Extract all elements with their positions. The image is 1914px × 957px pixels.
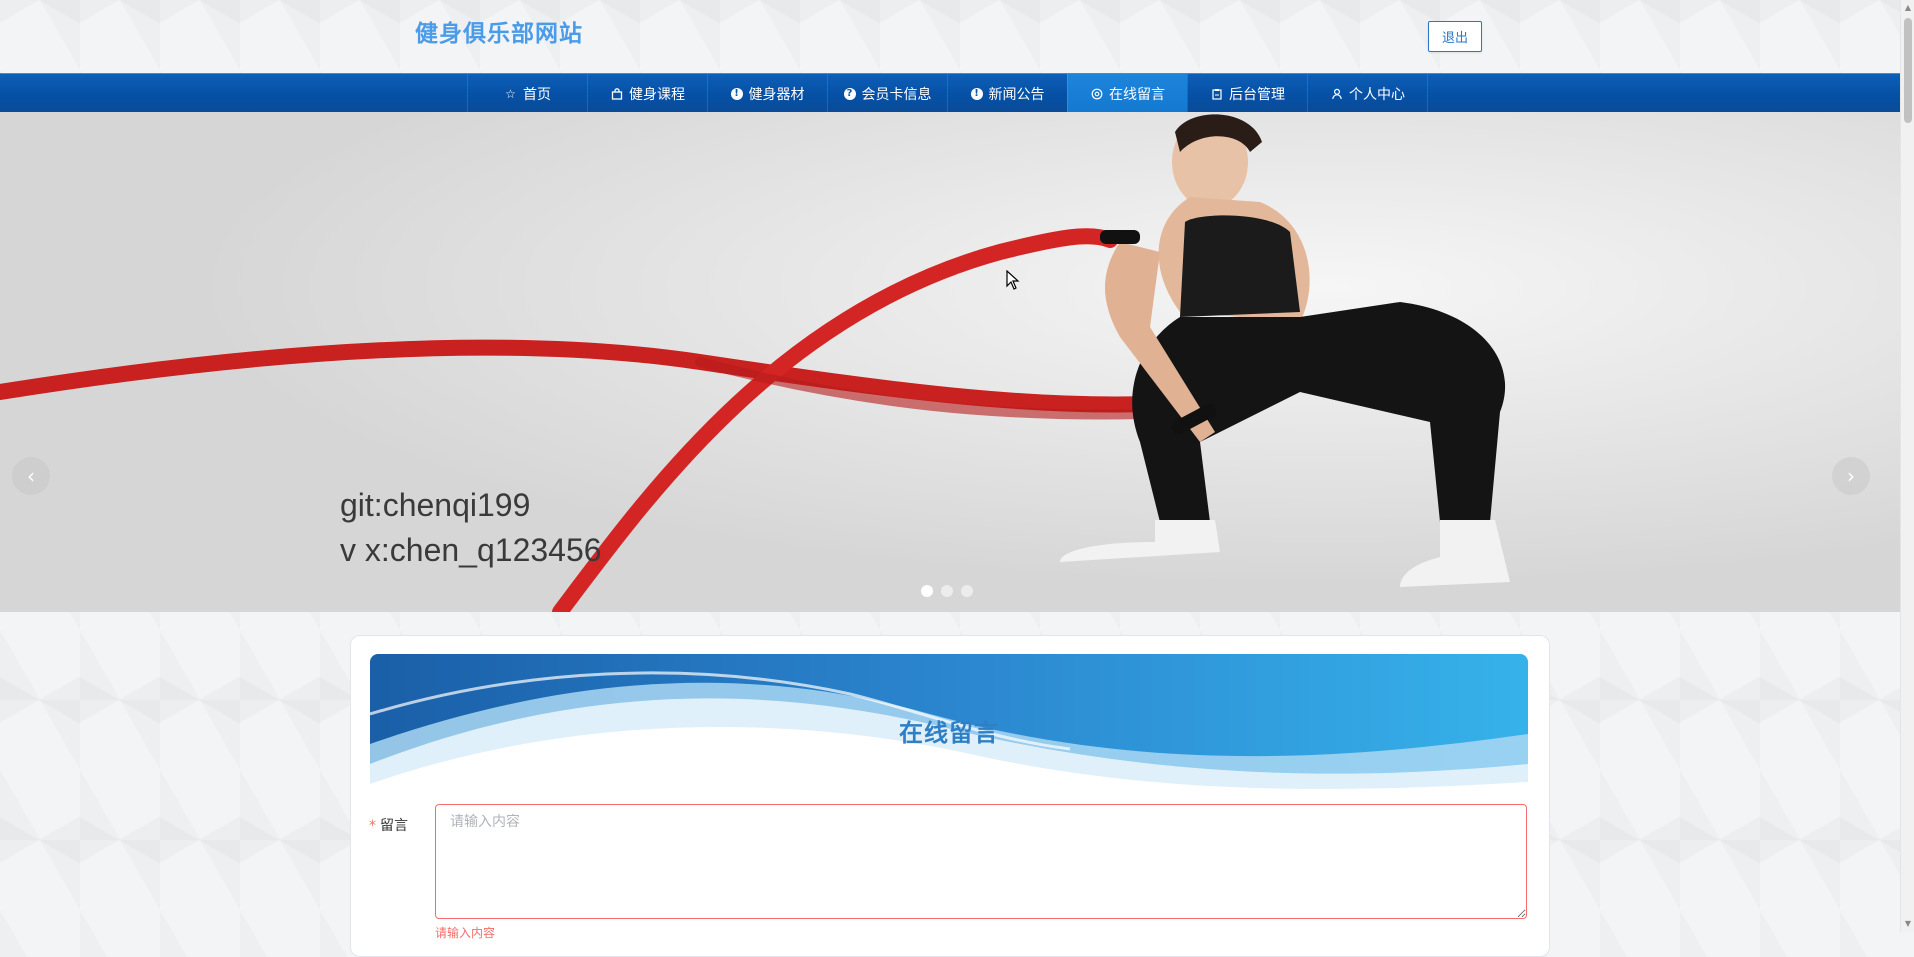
validation-error: 请输入内容 bbox=[435, 926, 496, 940]
chat-icon bbox=[1090, 87, 1103, 100]
nav-item-profile[interactable]: 个人中心 bbox=[1307, 74, 1428, 113]
nav-item-label: 健身器材 bbox=[748, 86, 805, 103]
info-icon: ! bbox=[970, 87, 983, 100]
nav-item-courses[interactable]: 健身课程 bbox=[587, 74, 707, 113]
page-scrollbar[interactable]: ▲ ▼ bbox=[1900, 0, 1914, 932]
nav-item-news[interactable]: ! 新闻公告 bbox=[947, 74, 1067, 113]
bag-icon bbox=[610, 87, 623, 100]
required-mark: * bbox=[369, 818, 376, 834]
nav-item-label: 后台管理 bbox=[1229, 86, 1285, 103]
site-title[interactable]: 健身俱乐部网站 bbox=[415, 14, 583, 48]
question-icon: ? bbox=[843, 87, 856, 100]
nav-item-label: 首页 bbox=[523, 86, 551, 103]
carousel-slide-image bbox=[0, 112, 1900, 612]
carousel-next-button[interactable]: › bbox=[1832, 457, 1870, 495]
message-label-text: 留言 bbox=[380, 818, 408, 834]
carousel-prev-button[interactable]: ‹ bbox=[12, 457, 50, 495]
nav-item-membership[interactable]: ? 会员卡信息 bbox=[827, 74, 947, 113]
carousel-indicators bbox=[921, 585, 973, 597]
scroll-down-icon[interactable]: ▼ bbox=[1904, 919, 1912, 929]
carousel-dot[interactable] bbox=[961, 585, 973, 597]
nav-item-label: 个人中心 bbox=[1349, 86, 1405, 103]
user-icon bbox=[1330, 87, 1343, 100]
nav-item-equipment[interactable]: ! 健身器材 bbox=[707, 74, 827, 113]
nav-item-messages[interactable]: 在线留言 bbox=[1067, 74, 1187, 113]
nav-item-label: 在线留言 bbox=[1109, 86, 1165, 103]
nav-item-admin[interactable]: 后台管理 bbox=[1187, 74, 1307, 113]
scroll-up-icon[interactable]: ▲ bbox=[1904, 3, 1912, 13]
scrollbar-thumb[interactable] bbox=[1904, 18, 1912, 123]
carousel-overlay-line1: git:chenqi199 bbox=[340, 487, 531, 523]
main-navbar: ☆ 首页 健身课程 ! 健身器材 ? 会员卡信息 ! 新闻公告 在线留言 后台管… bbox=[0, 73, 1900, 113]
mouse-cursor-icon bbox=[1006, 270, 1020, 290]
carousel-dot[interactable] bbox=[941, 585, 953, 597]
nav-list: ☆ 首页 健身课程 ! 健身器材 ? 会员卡信息 ! 新闻公告 在线留言 后台管… bbox=[467, 74, 1428, 113]
chevron-left-icon: ‹ bbox=[27, 464, 35, 488]
message-textarea[interactable] bbox=[435, 804, 1527, 919]
chevron-right-icon: › bbox=[1847, 464, 1855, 488]
logout-button[interactable]: 退出 bbox=[1428, 21, 1482, 52]
section-title: 在线留言 bbox=[899, 719, 999, 747]
carousel-dot[interactable] bbox=[921, 585, 933, 597]
carousel-overlay-line2: v x:chen_q123456 bbox=[340, 532, 602, 568]
message-field-label: * 留言 bbox=[369, 815, 408, 835]
nav-item-label: 新闻公告 bbox=[988, 86, 1045, 103]
nav-item-label: 健身课程 bbox=[629, 86, 685, 103]
nav-item-label: 会员卡信息 bbox=[861, 86, 932, 103]
info-icon: ! bbox=[730, 87, 743, 100]
header: 健身俱乐部网站 退出 bbox=[0, 0, 1900, 73]
star-icon: ☆ bbox=[505, 86, 516, 101]
nav-item-home[interactable]: ☆ 首页 bbox=[467, 74, 587, 113]
hero-carousel: git:chenqi199 v x:chen_q123456 ‹ › bbox=[0, 112, 1900, 612]
clipboard-icon bbox=[1210, 87, 1223, 100]
